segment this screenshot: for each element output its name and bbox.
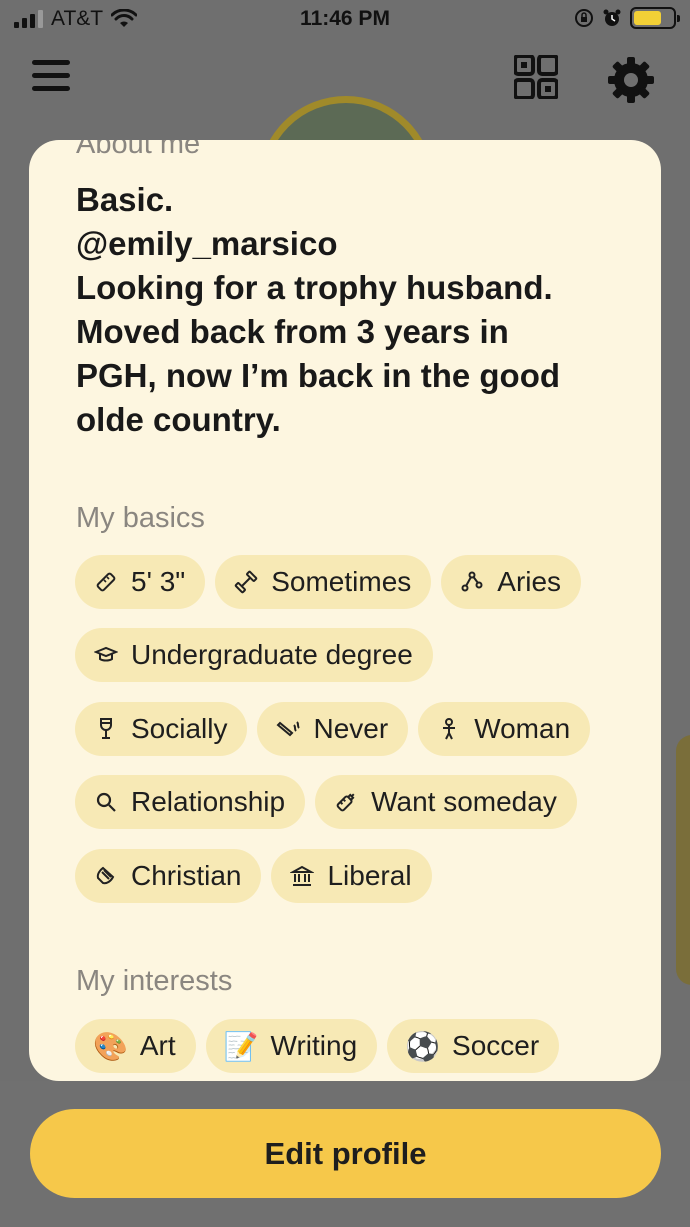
bio-line: Basic. bbox=[76, 181, 174, 218]
chip-label: 5' 3" bbox=[131, 566, 186, 597]
graduation-cap-icon bbox=[93, 642, 119, 668]
chip-label: Woman bbox=[474, 713, 571, 744]
bio-line: PGH, now I’m back in the good bbox=[76, 357, 561, 394]
chip-label: Soccer bbox=[452, 1030, 540, 1061]
my-basics-heading: My basics bbox=[76, 502, 205, 534]
chip-label: Socially bbox=[131, 713, 228, 744]
battery-icon bbox=[630, 7, 680, 29]
basics-row: Christian Liberal bbox=[75, 849, 432, 903]
basic-chip-exercise: Sometimes bbox=[215, 555, 432, 609]
zodiac-icon bbox=[459, 569, 485, 595]
basics-row: 5' 3" Sometimes Aries bbox=[75, 555, 582, 609]
status-bar: AT&T 11:46 PM bbox=[0, 0, 690, 40]
chip-label: Want someday bbox=[371, 786, 557, 817]
cigarette-icon bbox=[275, 716, 301, 742]
memo-icon: 📝 bbox=[223, 1030, 259, 1062]
basic-chip-height: 5' 3" bbox=[75, 555, 206, 609]
basic-chip-zodiac: Aries bbox=[441, 555, 582, 609]
alarm-icon bbox=[603, 9, 621, 26]
chip-label: Undergraduate degree bbox=[131, 639, 413, 670]
interest-chip-writing: 📝 Writing bbox=[205, 1019, 378, 1073]
basic-chip-gender: Woman bbox=[418, 702, 591, 756]
basic-chip-smoking: Never bbox=[257, 702, 409, 756]
next-card-peek bbox=[676, 735, 690, 985]
chip-label: Christian bbox=[131, 860, 242, 891]
qr-code-icon[interactable] bbox=[514, 55, 558, 99]
profile-detail-card: About me Basic. @emily_marsico Looking f… bbox=[29, 140, 661, 1081]
rotation-lock-icon bbox=[575, 9, 593, 27]
chip-label: Art bbox=[139, 1030, 176, 1061]
palette-icon: 🎨 bbox=[93, 1030, 128, 1062]
chip-label: Liberal bbox=[327, 860, 412, 891]
ruler-icon bbox=[93, 569, 119, 595]
bio-line: @emily_marsico bbox=[76, 225, 338, 262]
basics-row: Undergraduate degree bbox=[75, 628, 433, 682]
gear-icon[interactable] bbox=[606, 55, 656, 105]
chip-label: Never bbox=[313, 713, 389, 744]
chip-label: Aries bbox=[497, 566, 562, 597]
basic-chip-looking-for: Relationship bbox=[75, 775, 306, 829]
soccer-ball-icon: ⚽ bbox=[405, 1030, 441, 1062]
interests-row: 🎨 Art 📝 Writing ⚽ Soccer bbox=[75, 1019, 560, 1073]
basic-chip-drinking: Socially bbox=[75, 702, 248, 756]
bio-line: Looking for a trophy husband. bbox=[76, 269, 553, 306]
basic-chip-religion: Christian bbox=[75, 849, 262, 903]
praying-hands-icon bbox=[93, 863, 119, 889]
bio-line: olde country. bbox=[76, 401, 281, 438]
wine-glass-icon bbox=[93, 716, 119, 742]
basics-row: Relationship Want someday bbox=[75, 775, 577, 829]
edit-profile-button[interactable]: Edit profile bbox=[30, 1109, 661, 1198]
basic-chip-kids: Want someday bbox=[315, 775, 577, 829]
chip-label: Relationship bbox=[131, 786, 286, 817]
dumbbell-icon bbox=[233, 569, 259, 595]
basic-chip-education: Undergraduate degree bbox=[75, 628, 433, 682]
interest-chip-art: 🎨 Art bbox=[75, 1019, 196, 1073]
status-icons bbox=[574, 7, 680, 29]
interest-chip-soccer: ⚽ Soccer bbox=[387, 1019, 560, 1073]
basics-row: Socially Never Woman bbox=[75, 702, 591, 756]
basic-chip-politics: Liberal bbox=[271, 849, 432, 903]
chip-label: Sometimes bbox=[271, 566, 412, 597]
gender-icon bbox=[436, 716, 462, 742]
bio-text: Basic. @emily_marsico Looking for a trop… bbox=[76, 178, 636, 442]
bio-line: Moved back from 3 years in bbox=[76, 313, 509, 350]
chip-label: Writing bbox=[270, 1030, 358, 1061]
government-building-icon bbox=[289, 863, 315, 889]
my-interests-heading: My interests bbox=[76, 965, 233, 997]
baby-bottle-icon bbox=[333, 789, 359, 815]
about-me-heading: About me bbox=[76, 140, 201, 160]
magnifier-icon bbox=[93, 789, 119, 815]
hamburger-menu-icon[interactable] bbox=[32, 60, 70, 92]
